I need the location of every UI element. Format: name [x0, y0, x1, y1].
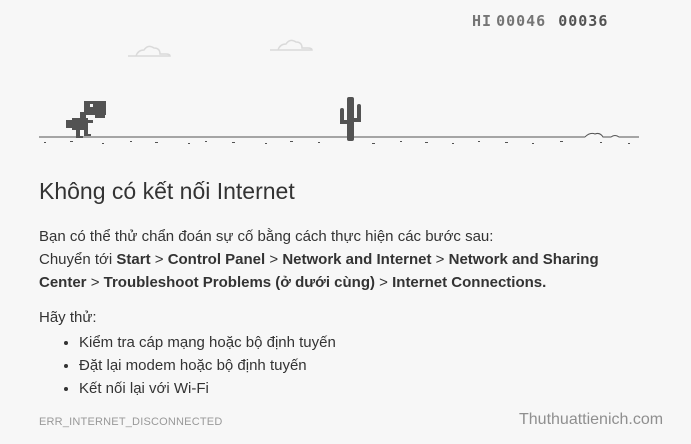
watermark: Thuthuattienich.com	[519, 411, 664, 428]
error-title: Không có kết nối Internet	[39, 178, 295, 204]
ground-line	[39, 132, 639, 144]
path-start: Start	[116, 251, 151, 268]
path-control-panel: Control Panel	[167, 251, 266, 268]
dinosaur-icon[interactable]	[66, 101, 106, 138]
error-description: Bạn có thể thử chẩn đoán sự cố bằng cách…	[39, 225, 649, 294]
cloud-icon	[128, 45, 171, 57]
path-prefix: Chuyển tới	[39, 251, 113, 268]
high-score-label: HI	[472, 12, 493, 30]
try-label: Hãy thử:	[39, 309, 97, 326]
path-separator: >	[269, 251, 279, 268]
suggestion-list: Kiểm tra cáp mạng hoặc bộ định tuyến Đặt…	[58, 331, 336, 400]
list-item: Kiểm tra cáp mạng hoặc bộ định tuyến	[79, 331, 336, 354]
path-internet-connections: Internet Connections.	[392, 274, 547, 291]
high-score-value: 00046	[496, 12, 547, 30]
cactus-icon	[340, 97, 361, 141]
path-network-internet: Network and Internet	[282, 251, 432, 268]
navigation-path: Chuyển tới Start > Control Panel > Netwo…	[39, 248, 649, 294]
path-separator: >	[90, 274, 100, 291]
list-item: Kết nối lại với Wi-Fi	[79, 377, 336, 400]
list-item: Đặt lại modem hoặc bộ định tuyến	[79, 354, 336, 377]
path-separator: >	[435, 251, 445, 268]
path-separator: >	[379, 274, 388, 291]
current-score-value: 00036	[558, 12, 609, 30]
cloud-icon	[270, 39, 313, 51]
intro-text: Bạn có thể thử chẩn đoán sự cố bằng cách…	[39, 228, 494, 245]
score-display: HI 00046 00036	[472, 12, 608, 30]
path-troubleshoot: Troubleshoot Problems (ở dưới cùng)	[103, 274, 375, 291]
error-code: ERR_INTERNET_DISCONNECTED	[39, 416, 223, 428]
path-separator: >	[154, 251, 164, 268]
